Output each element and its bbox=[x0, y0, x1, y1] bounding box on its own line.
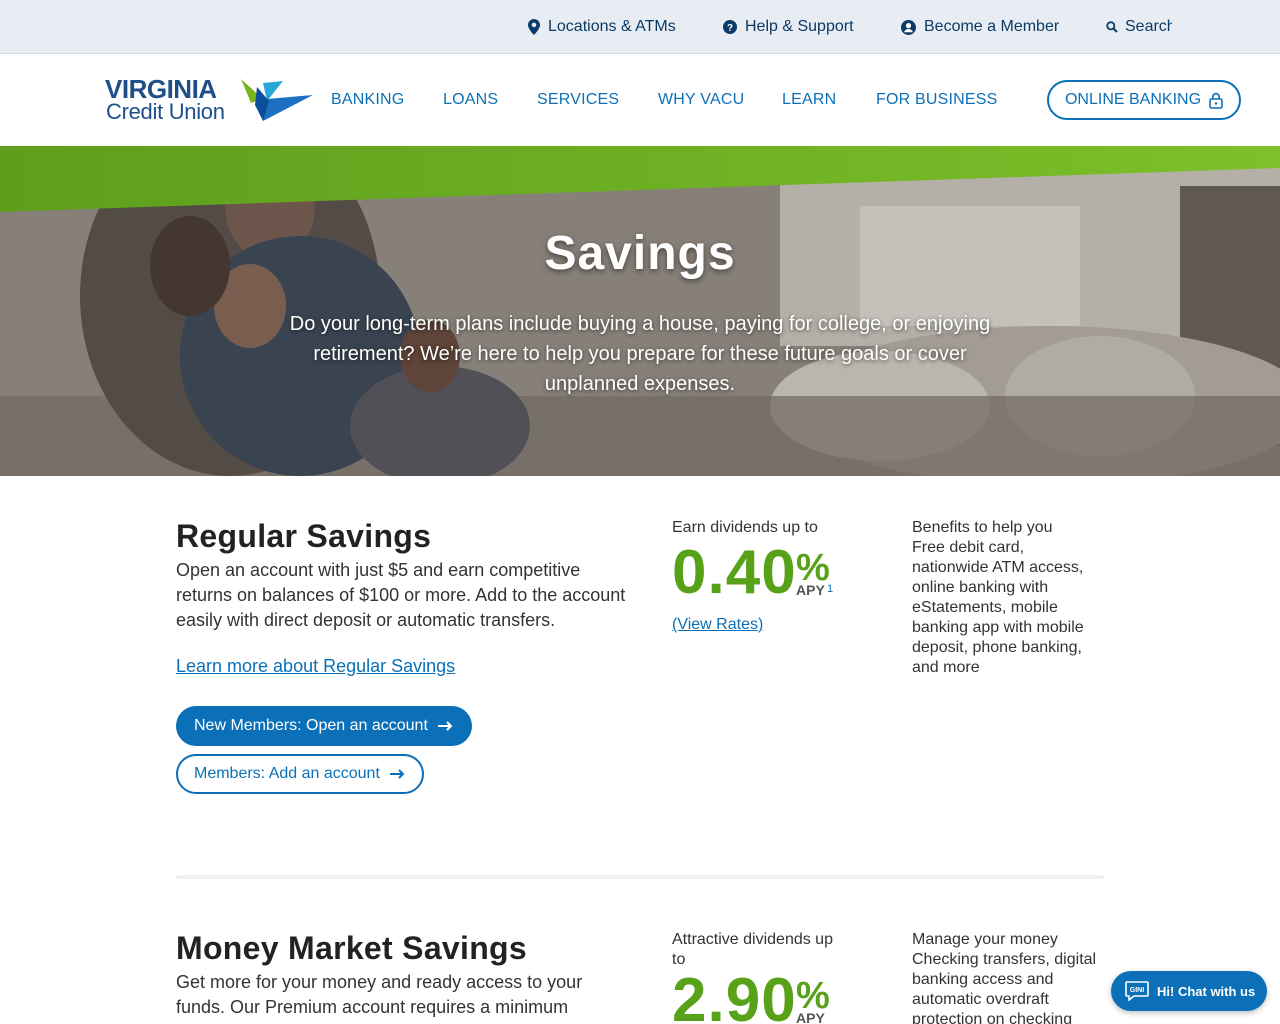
help-link[interactable]: ? Help & Support bbox=[723, 0, 854, 54]
money-market-benefit-text: Checking transfers, digital banking acce… bbox=[912, 951, 1097, 1024]
logo-line2: Credit Union bbox=[106, 99, 225, 124]
regular-savings-title: Regular Savings bbox=[176, 518, 432, 554]
regular-benefit-text: Free debit card, nationwide ATM access, … bbox=[912, 539, 1084, 676]
utility-bar: Locations & ATMs ? Help & Support Become… bbox=[0, 0, 1280, 54]
nav-banking[interactable]: BANKING bbox=[331, 54, 404, 146]
nav-loans[interactable]: LOANS bbox=[443, 54, 498, 146]
regular-rate-apy: APY bbox=[796, 582, 825, 598]
chat-bubble-icon: GINI bbox=[1125, 981, 1149, 1001]
help-label: Help & Support bbox=[745, 18, 854, 35]
nav-learn[interactable]: LEARN bbox=[782, 54, 836, 146]
vacu-logo[interactable]: VIRGINIA Credit Union bbox=[105, 76, 315, 126]
add-account-button[interactable]: Members: Add an account bbox=[176, 754, 424, 794]
online-banking-button[interactable]: ONLINE BANKING bbox=[1047, 80, 1241, 120]
regular-savings-description: Open an account with just $5 and earn co… bbox=[176, 560, 626, 630]
help-circle-icon: ? bbox=[723, 20, 737, 34]
learn-more-regular-link[interactable]: Learn more about Regular Savings bbox=[176, 656, 455, 677]
search-label: Search bbox=[1125, 18, 1172, 35]
open-account-label: New Members: Open an account bbox=[194, 717, 428, 734]
chat-button[interactable]: GINI Hi! Chat with us bbox=[1111, 971, 1267, 1011]
main-header: VIRGINIA Credit Union BANKING LOANS SERV… bbox=[0, 54, 1280, 146]
svg-text:?: ? bbox=[727, 23, 733, 34]
money-market-description: Get more for your money and ready access… bbox=[176, 972, 583, 1017]
arrow-right-icon bbox=[437, 721, 453, 731]
regular-rate-value: 0.40 bbox=[672, 538, 797, 607]
hero-banner: Savings Do your long-term plans include … bbox=[0, 146, 1280, 476]
money-market-rate-label: Attractive dividends up to bbox=[672, 931, 833, 968]
become-member-link[interactable]: Become a Member bbox=[901, 0, 1059, 54]
nav-for-business[interactable]: FOR BUSINESS bbox=[876, 54, 998, 146]
logo-mark-icon bbox=[241, 79, 313, 121]
hero-green-band bbox=[0, 146, 1280, 212]
online-banking-label: ONLINE BANKING bbox=[1064, 91, 1202, 108]
money-market-rate-value: 2.90 bbox=[672, 966, 797, 1024]
open-account-button[interactable]: New Members: Open an account bbox=[176, 706, 472, 746]
lock-icon bbox=[1209, 92, 1223, 109]
money-market-benefit-title: Manage your money bbox=[912, 931, 1058, 948]
chat-label: Hi! Chat with us bbox=[1157, 983, 1256, 999]
add-account-label: Members: Add an account bbox=[194, 765, 380, 782]
svg-text:GINI: GINI bbox=[1130, 987, 1144, 994]
regular-benefit-title: Benefits to help you bbox=[912, 519, 1053, 536]
nav-why-vacu[interactable]: WHY VACU bbox=[658, 54, 744, 146]
page-title: Savings bbox=[544, 227, 736, 280]
search-icon bbox=[1106, 21, 1118, 33]
nav-services[interactable]: SERVICES bbox=[537, 54, 619, 146]
arrow-right-icon bbox=[389, 769, 405, 779]
view-rates-link[interactable]: (View Rates) bbox=[672, 616, 763, 634]
member-label: Become a Member bbox=[924, 18, 1060, 35]
money-market-rate-apy: APY bbox=[796, 1010, 825, 1024]
hero-description: Do your long-term plans include buying a… bbox=[289, 313, 991, 395]
locations-label: Locations & ATMs bbox=[548, 18, 676, 35]
money-market-title: Money Market Savings bbox=[176, 930, 527, 966]
map-pin-icon bbox=[528, 19, 540, 35]
regular-rate-footnote[interactable]: 1 bbox=[827, 583, 833, 595]
locations-link[interactable]: Locations & ATMs bbox=[528, 0, 676, 54]
section-divider bbox=[176, 875, 1104, 879]
search-link[interactable]: Search bbox=[1106, 0, 1172, 54]
regular-rate-label: Earn dividends up to bbox=[672, 519, 818, 536]
user-circle-icon bbox=[901, 19, 916, 35]
